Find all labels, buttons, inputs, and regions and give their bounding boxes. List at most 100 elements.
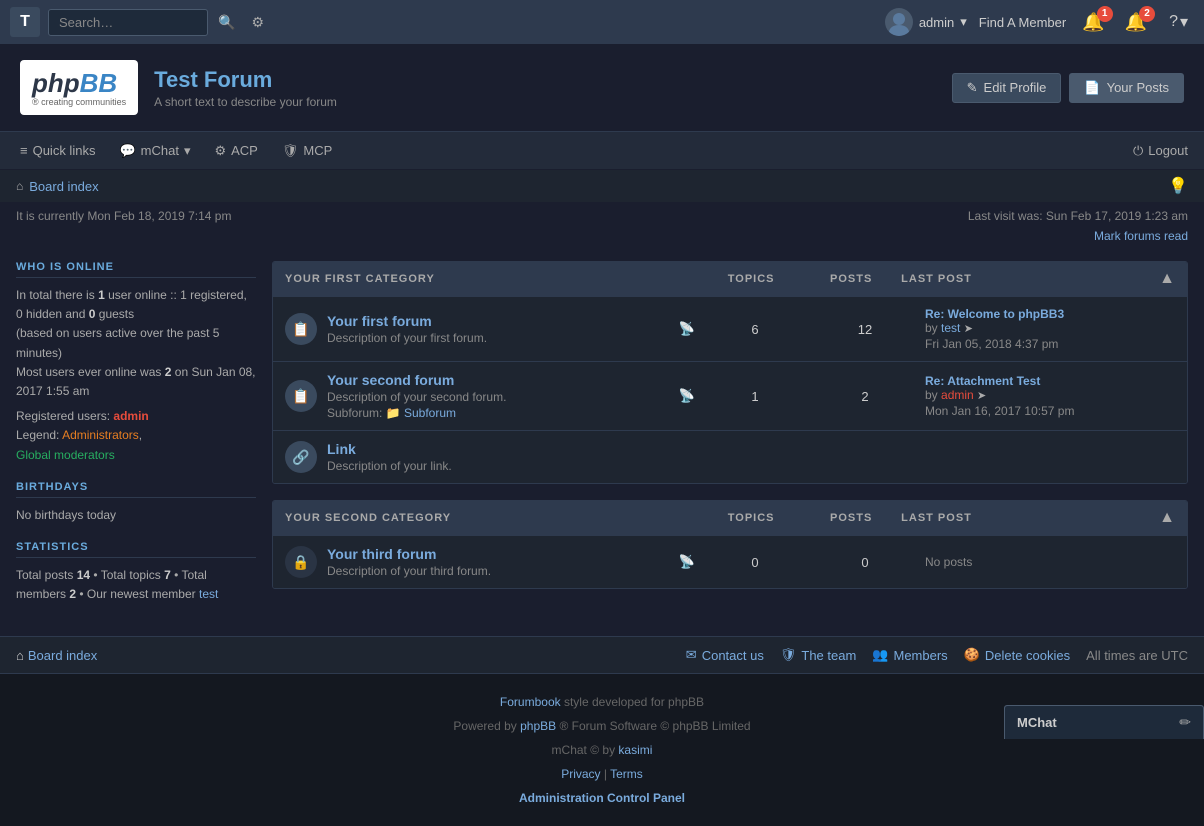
mchat-header: MChat ✏ (1005, 706, 1203, 739)
quick-links-menu[interactable]: ≡ Quick links (16, 143, 99, 158)
phpbb-link[interactable]: phpBB (520, 719, 556, 733)
footer-line-4: Privacy | Terms (16, 762, 1188, 786)
chat-icon: 💬 (119, 143, 135, 159)
birthdays-title: BIRTHDAYS (16, 481, 256, 498)
logout-button[interactable]: ⏻ Logout (1133, 143, 1188, 159)
help-button[interactable]: ? ▾ (1163, 8, 1194, 36)
total-topics: 7 (164, 568, 171, 582)
forum-status-icon-1: 📋 (285, 313, 317, 345)
online-text4: (based on users active over the past 5 m… (16, 326, 219, 359)
edit-profile-button[interactable]: ✎ Edit Profile (952, 73, 1062, 103)
delete-cookies-link[interactable]: 🍪 Delete cookies (964, 647, 1070, 663)
forum-name-link-1[interactable]: Your first forum (327, 313, 432, 329)
collapse-category-1-icon[interactable]: ▲ (1159, 270, 1175, 288)
board-index-link[interactable]: Board index (29, 179, 98, 194)
the-team-label: The team (801, 648, 856, 663)
mchat-title: MChat (1017, 715, 1057, 730)
subforum-link-2[interactable]: 📁 Subforum (386, 406, 456, 420)
statistics-title: STATISTICS (16, 541, 256, 558)
no-birthdays-text: No birthdays today (16, 506, 256, 525)
admin-user-menu[interactable]: admin ▾ (885, 8, 967, 36)
forum-icon-1: 📋 (292, 321, 309, 338)
phpbb-text: ® Forum Software © phpBB Limited (559, 719, 750, 733)
forum-posts-1: 12 (815, 322, 915, 337)
mchat-text: mChat © by (552, 743, 619, 757)
edit-icon: ✎ (967, 80, 978, 96)
forum-name-link-2[interactable]: Your second forum (327, 372, 454, 388)
contact-us-link[interactable]: ✉ Contact us (686, 647, 764, 663)
online-count: 1 (98, 288, 105, 302)
avatar (885, 8, 913, 36)
col-posts-2: POSTS (801, 512, 901, 524)
quick-links-label: Quick links (33, 143, 96, 158)
last-post-user-link-2[interactable]: admin (941, 388, 974, 402)
advanced-search-button[interactable]: ⚙ (245, 10, 270, 35)
view-post-icon-2[interactable]: ➤ (977, 390, 986, 402)
acp-footer-link[interactable]: Administration Control Panel (519, 791, 685, 805)
last-post-link-2[interactable]: Re: Attachment Test (925, 374, 1040, 388)
feed-icon-2[interactable]: 📡 (679, 388, 695, 404)
gear-icon: ⚙ (214, 143, 226, 159)
forum-topics-1: 6 (705, 322, 805, 337)
stats-label: Total posts (16, 568, 73, 582)
header-actions: ✎ Edit Profile 📄 Your Posts (952, 73, 1184, 103)
mchat-menu[interactable]: 💬 mChat ▾ (115, 143, 194, 159)
admin-username: admin (919, 15, 954, 30)
search-submit-button[interactable]: 🔍 (212, 10, 241, 35)
notifications-button-2[interactable]: 🔔 2 (1121, 8, 1151, 37)
last-post-time-2: Mon Jan 16, 2017 10:57 pm (925, 404, 1175, 418)
status-bar: It is currently Mon Feb 18, 2019 7:14 pm… (0, 203, 1204, 227)
mcp-link[interactable]: 🛡 MCP (278, 143, 336, 159)
search-input[interactable] (48, 9, 208, 36)
forum-lastpost-2: Re: Attachment Test by admin ➤ Mon Jan 1… (925, 374, 1175, 418)
most-online-text: Most users ever online was (16, 365, 161, 379)
forum-desc-1: Description of your first forum. (327, 331, 663, 345)
mchat-label: mChat (141, 143, 179, 158)
acp-label: ACP (231, 143, 258, 158)
view-post-icon-1[interactable]: ➤ (964, 323, 973, 335)
last-post-time-1: Fri Jan 05, 2018 4:37 pm (925, 337, 1175, 351)
footer-left: ⌂ Board index (16, 648, 97, 663)
who-is-online-title: WHO IS ONLINE (16, 261, 256, 278)
delete-cookies-label: Delete cookies (985, 648, 1070, 663)
online-text3: guests (99, 307, 134, 321)
style-text: style developed for phpBB (564, 695, 704, 709)
category-2-block: YOUR SECOND CATEGORY TOPICS POSTS LAST P… (272, 500, 1188, 589)
contact-us-label: Contact us (702, 648, 764, 663)
mark-forums-read-link[interactable]: Mark forums read (0, 227, 1204, 245)
privacy-link[interactable]: Privacy (561, 767, 600, 781)
newest-member-link[interactable]: test (199, 587, 218, 601)
list-icon: ≡ (20, 143, 28, 158)
forumbook-link[interactable]: Forumbook (500, 695, 561, 709)
site-logo: T (10, 7, 40, 37)
category-2-cols: TOPICS POSTS LAST POST (701, 512, 1151, 524)
kasimi-link[interactable]: kasimi (618, 743, 652, 757)
acp-link[interactable]: ⚙ ACP (210, 143, 261, 159)
logo-tagline: ® creating communities (32, 97, 126, 107)
category-1-header: YOUR FIRST CATEGORY TOPICS POSTS LAST PO… (273, 262, 1187, 296)
last-visit-text: Last visit was: Sun Feb 17, 2019 1:23 am (968, 209, 1188, 223)
sub-navigation: ≡ Quick links 💬 mChat ▾ ⚙ ACP 🛡 MCP ⏻ Lo… (0, 132, 1204, 170)
terms-link[interactable]: Terms (610, 767, 643, 781)
notification-badge-2: 2 (1139, 6, 1155, 22)
cookie-icon: 🍪 (964, 647, 980, 663)
last-post-user-link-1[interactable]: test (941, 321, 960, 335)
collapse-category-2-icon[interactable]: ▲ (1159, 509, 1175, 527)
notifications-button-1[interactable]: 🔔 1 (1078, 8, 1108, 37)
your-posts-button[interactable]: 📄 Your Posts (1069, 73, 1184, 103)
last-post-link-1[interactable]: Re: Welcome to phpBB3 (925, 307, 1064, 321)
link-name-link[interactable]: Link (327, 441, 356, 457)
board-index-footer-link[interactable]: Board index (28, 648, 97, 663)
mchat-edit-icon[interactable]: ✏ (1179, 714, 1191, 731)
feed-icon-3[interactable]: 📡 (679, 554, 695, 570)
find-member-link[interactable]: Find A Member (979, 15, 1066, 30)
the-team-link[interactable]: 🛡 The team (780, 647, 856, 663)
feed-icon-1[interactable]: 📡 (679, 321, 695, 337)
logo-php-text: php (32, 68, 80, 99)
members-link[interactable]: 👥 Members (872, 647, 947, 663)
posts-icon: 📄 (1084, 80, 1100, 96)
registered-label: Registered users: (16, 409, 110, 423)
home-icon: ⌂ (16, 179, 23, 193)
forum-name-link-3[interactable]: Your third forum (327, 546, 436, 562)
footer-line-3: mChat © by kasimi (16, 738, 1188, 762)
